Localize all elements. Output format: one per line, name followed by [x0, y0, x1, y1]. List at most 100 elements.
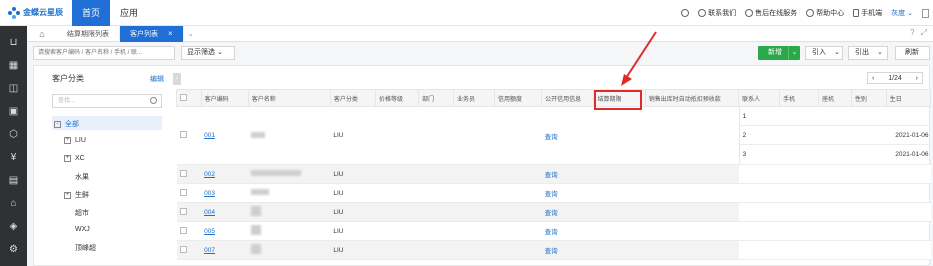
mobile-link[interactable]: 手机端	[853, 8, 882, 18]
after-sales-link[interactable]: 售后在线服务	[745, 8, 797, 18]
nav-app[interactable]: 应用	[110, 0, 148, 26]
warehouse-icon[interactable]: ⌂	[7, 197, 20, 210]
tree-item-all[interactable]: - 全部	[54, 119, 79, 129]
customer-name-redacted	[251, 170, 302, 176]
tab-customer-list[interactable]: 客户列表 ×	[120, 25, 184, 42]
category-search-input[interactable]: 查找...	[52, 94, 162, 108]
bag-icon[interactable]: ◫	[7, 82, 20, 95]
credit-query-link[interactable]: 查询	[545, 191, 558, 198]
customer-name-redacted	[251, 206, 262, 216]
col-name[interactable]: 客户名称	[247, 89, 331, 107]
col-code[interactable]: 客户编码	[200, 89, 249, 107]
table-row[interactable]: 007 LIU 查询	[176, 240, 931, 260]
tree-item-wxj[interactable]: WXJ	[75, 226, 90, 233]
col-department[interactable]: 部门	[418, 89, 454, 107]
credit-query-link[interactable]: 查询	[545, 134, 558, 141]
credit-query-link[interactable]: 查询	[545, 210, 558, 217]
search-icon[interactable]	[681, 9, 690, 17]
contact-icon	[698, 9, 707, 17]
fullscreen-icon[interactable]: ⤢	[921, 28, 927, 38]
col-price-level[interactable]: 价格等级	[374, 89, 420, 107]
export-button[interactable]: 引出 ⌄	[848, 46, 888, 60]
collapse-panel-icon[interactable]: ‹	[173, 73, 181, 85]
credit-query-link[interactable]: 查询	[545, 248, 558, 255]
tree-item-fruit[interactable]: 水果	[75, 172, 89, 182]
report-icon[interactable]: ▤	[7, 174, 20, 187]
close-icon[interactable]: ×	[168, 29, 173, 38]
prev-page-icon[interactable]: ‹	[872, 75, 874, 82]
table-row[interactable]: 003 LIU 查询	[176, 183, 931, 203]
col-salesperson[interactable]: 业务员	[452, 89, 495, 107]
show-filter-button[interactable]: 显示筛选 ⌄	[181, 46, 235, 60]
row-checkbox[interactable]	[176, 183, 202, 203]
refresh-button[interactable]: 刷新	[895, 46, 930, 60]
col-category[interactable]: 客户分类	[329, 89, 376, 107]
customer-code-link[interactable]: 004	[204, 209, 215, 216]
table-row[interactable]: 001 LIU 查询 1 2 2021-01-06 3 2021-01-06	[176, 106, 931, 165]
row-checkbox[interactable]	[176, 164, 202, 184]
tree-item-dingfeng[interactable]: 顶峰超	[75, 243, 96, 253]
page-indicator: 1/24	[888, 74, 902, 82]
row-checkbox[interactable]	[176, 240, 202, 260]
logo-icon	[8, 6, 20, 19]
select-all-checkbox[interactable]	[176, 89, 202, 107]
layers-icon[interactable]: ◈	[7, 220, 20, 233]
table-row[interactable]: 002 LIU 查询	[176, 164, 931, 184]
customer-code-link[interactable]: 001	[204, 132, 215, 139]
contact-number: 1	[742, 112, 747, 120]
contact-number: 2	[742, 131, 747, 139]
col-contact[interactable]: 联系人	[738, 89, 781, 107]
col-mobile[interactable]: 手机	[779, 89, 820, 107]
customer-code-link[interactable]: 002	[204, 171, 215, 178]
yen-icon[interactable]: ¥	[7, 151, 20, 164]
tree-item-fresh[interactable]: + 生鲜	[64, 190, 89, 200]
app-logo[interactable]: 金蝶云星辰	[0, 6, 72, 19]
col-public-credit[interactable]: 公开信用信息	[541, 89, 595, 107]
next-page-icon[interactable]: ›	[916, 75, 918, 82]
help-link[interactable]: 帮助中心	[806, 8, 844, 18]
category-title: 客户分类	[52, 74, 84, 83]
new-button[interactable]: 新增 ⌄	[758, 46, 800, 60]
col-auto-offset[interactable]: 销售出库时自动抵扣预收款	[644, 89, 740, 107]
settings-icon[interactable]: ⚙	[7, 243, 20, 256]
help-circle-icon[interactable]: ?	[910, 28, 914, 38]
cube-icon[interactable]: ⬡	[7, 128, 20, 141]
customer-code-link[interactable]: 003	[204, 190, 215, 197]
tab-settlement-list[interactable]: 结算期限列表	[57, 25, 120, 42]
customer-category-cell: LIU	[330, 221, 376, 241]
customer-name-redacted	[251, 225, 262, 235]
col-landline[interactable]: 座机	[818, 89, 852, 107]
home-tab-icon[interactable]: ⌂	[27, 26, 57, 42]
customer-code-link[interactable]: 005	[204, 228, 215, 235]
chart-icon[interactable]: ▦	[7, 59, 20, 72]
credit-query-link[interactable]: 查询	[545, 172, 558, 179]
row-checkbox[interactable]	[176, 221, 202, 241]
customer-search-input[interactable]	[33, 46, 175, 60]
tree-item-supermarket[interactable]: 超市	[75, 208, 89, 218]
contact-number: 3	[742, 151, 747, 158]
customer-category-cell: LIU	[330, 106, 376, 165]
table-row[interactable]: 004 LIU 查询	[176, 202, 931, 222]
cart-icon[interactable]: ⊔	[7, 36, 20, 49]
contact-link[interactable]: 联系我们	[698, 8, 736, 18]
tab-dropdown-icon[interactable]: ⌄	[184, 30, 198, 38]
tree-item-liu[interactable]: + LIU	[64, 137, 86, 144]
new-dropdown-icon[interactable]: ⌄	[788, 46, 800, 60]
col-birthday[interactable]: 生日	[885, 89, 932, 107]
table-row[interactable]: 005 LIU 查询	[176, 221, 931, 241]
col-credit-limit[interactable]: 信用额度	[493, 89, 543, 107]
row-checkbox[interactable]	[176, 202, 202, 222]
import-button[interactable]: 引入 ⌄	[805, 46, 843, 60]
broken-image-icon	[922, 8, 929, 18]
nav-home[interactable]: 首页	[72, 0, 110, 26]
user-menu[interactable]: 灰度 ⌄	[891, 8, 913, 18]
credit-query-link[interactable]: 查询	[545, 229, 558, 236]
category-edit-link[interactable]: 编辑	[150, 74, 164, 84]
tree-item-xc[interactable]: + XC	[64, 155, 85, 162]
chevron-down-icon: ⌄	[216, 49, 223, 56]
box-icon[interactable]: ▣	[7, 105, 20, 118]
row-checkbox[interactable]	[176, 106, 202, 165]
customer-code-link[interactable]: 007	[204, 247, 215, 254]
customer-category-cell: LIU	[330, 183, 376, 203]
col-gender[interactable]: 性别	[850, 89, 887, 107]
